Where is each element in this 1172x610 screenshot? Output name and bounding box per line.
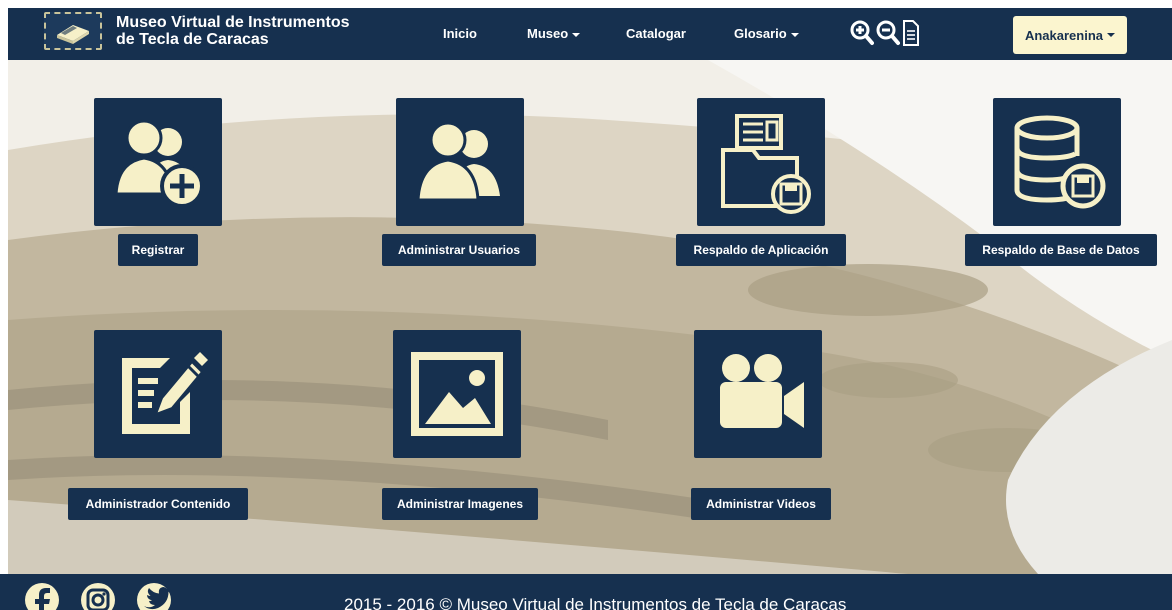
respaldo-aplicacion-tile[interactable] bbox=[697, 98, 825, 226]
administrar-usuarios-button[interactable]: Administrar Usuarios bbox=[382, 234, 536, 266]
image-icon bbox=[411, 352, 503, 436]
brand[interactable]: Museo Virtual de Instrumentos de Tecla d… bbox=[44, 12, 350, 50]
administrar-videos-label: Administrar Videos bbox=[706, 497, 816, 511]
nav-catalogar[interactable]: Catalogar bbox=[626, 26, 686, 41]
zoom-out-icon[interactable] bbox=[876, 20, 900, 51]
administrar-usuarios-tile[interactable] bbox=[396, 98, 524, 226]
respaldo-base-datos-label: Respaldo de Base de Datos bbox=[982, 243, 1140, 257]
administrador-contenido-button[interactable]: Administrador Contenido bbox=[68, 488, 248, 520]
respaldo-aplicacion-button[interactable]: Respaldo de Aplicación bbox=[676, 234, 846, 266]
nav-glosario-dropdown[interactable]: Glosario bbox=[734, 26, 799, 41]
chevron-down-icon bbox=[1107, 33, 1116, 37]
registrar-button[interactable]: Registrar bbox=[118, 234, 198, 266]
administrar-imagenes-tile[interactable] bbox=[393, 330, 521, 458]
instagram-icon[interactable] bbox=[80, 582, 120, 610]
administrador-contenido-label: Administrador Contenido bbox=[85, 497, 231, 511]
nav-museo-label: Museo bbox=[527, 26, 569, 41]
brand-title-line1: Museo Virtual de Instrumentos bbox=[116, 14, 350, 31]
database-backup-icon bbox=[1014, 115, 1106, 209]
nav-catalogar-label: Catalogar bbox=[626, 26, 686, 41]
document-icon[interactable] bbox=[902, 20, 920, 51]
administrar-imagenes-label: Administrar Imagenes bbox=[396, 497, 524, 511]
zoom-in-icon[interactable] bbox=[850, 20, 874, 51]
brand-title: Museo Virtual de Instrumentos de Tecla d… bbox=[116, 14, 350, 48]
copyright-text: 2015 - 2016 © Museo Virtual de Instrumen… bbox=[344, 595, 847, 610]
nav-museo-dropdown[interactable]: Museo bbox=[527, 26, 581, 41]
edit-document-icon bbox=[122, 352, 208, 434]
brand-title-line2: de Tecla de Caracas bbox=[116, 31, 269, 48]
respaldo-base-datos-tile[interactable] bbox=[993, 98, 1121, 226]
nav-inicio-label: Inicio bbox=[443, 26, 477, 41]
user-menu-button[interactable]: Anakarenina bbox=[1013, 16, 1127, 54]
administrar-imagenes-button[interactable]: Administrar Imagenes bbox=[382, 488, 538, 520]
navbar: Museo Virtual de Instrumentos de Tecla d… bbox=[8, 8, 1172, 60]
video-camera-icon bbox=[720, 354, 804, 428]
chevron-down-icon bbox=[790, 32, 799, 37]
nav-glosario-label: Glosario bbox=[734, 26, 787, 41]
facebook-icon[interactable] bbox=[24, 582, 64, 610]
piano-book-icon bbox=[44, 12, 102, 50]
respaldo-aplicacion-label: Respaldo de Aplicación bbox=[693, 243, 829, 257]
administrar-usuarios-label: Administrar Usuarios bbox=[397, 243, 521, 257]
folder-backup-icon bbox=[721, 114, 811, 214]
twitter-icon[interactable] bbox=[136, 582, 176, 610]
nav-inicio[interactable]: Inicio bbox=[443, 26, 477, 41]
add-user-icon bbox=[114, 119, 204, 208]
respaldo-base-datos-button[interactable]: Respaldo de Base de Datos bbox=[965, 234, 1157, 266]
registrar-label: Registrar bbox=[131, 243, 185, 257]
administrador-contenido-tile[interactable] bbox=[94, 330, 222, 458]
users-icon bbox=[416, 121, 500, 202]
registrar-tile[interactable] bbox=[94, 98, 222, 226]
dashboard-panel: Registrar Administrar Usuarios Respaldo … bbox=[8, 60, 1172, 574]
user-name: Anakarenina bbox=[1024, 27, 1104, 43]
chevron-down-icon bbox=[572, 32, 581, 37]
administrar-videos-tile[interactable] bbox=[694, 330, 822, 458]
administrar-videos-button[interactable]: Administrar Videos bbox=[691, 488, 831, 520]
footer: 2015 - 2016 © Museo Virtual de Instrumen… bbox=[0, 574, 1172, 610]
